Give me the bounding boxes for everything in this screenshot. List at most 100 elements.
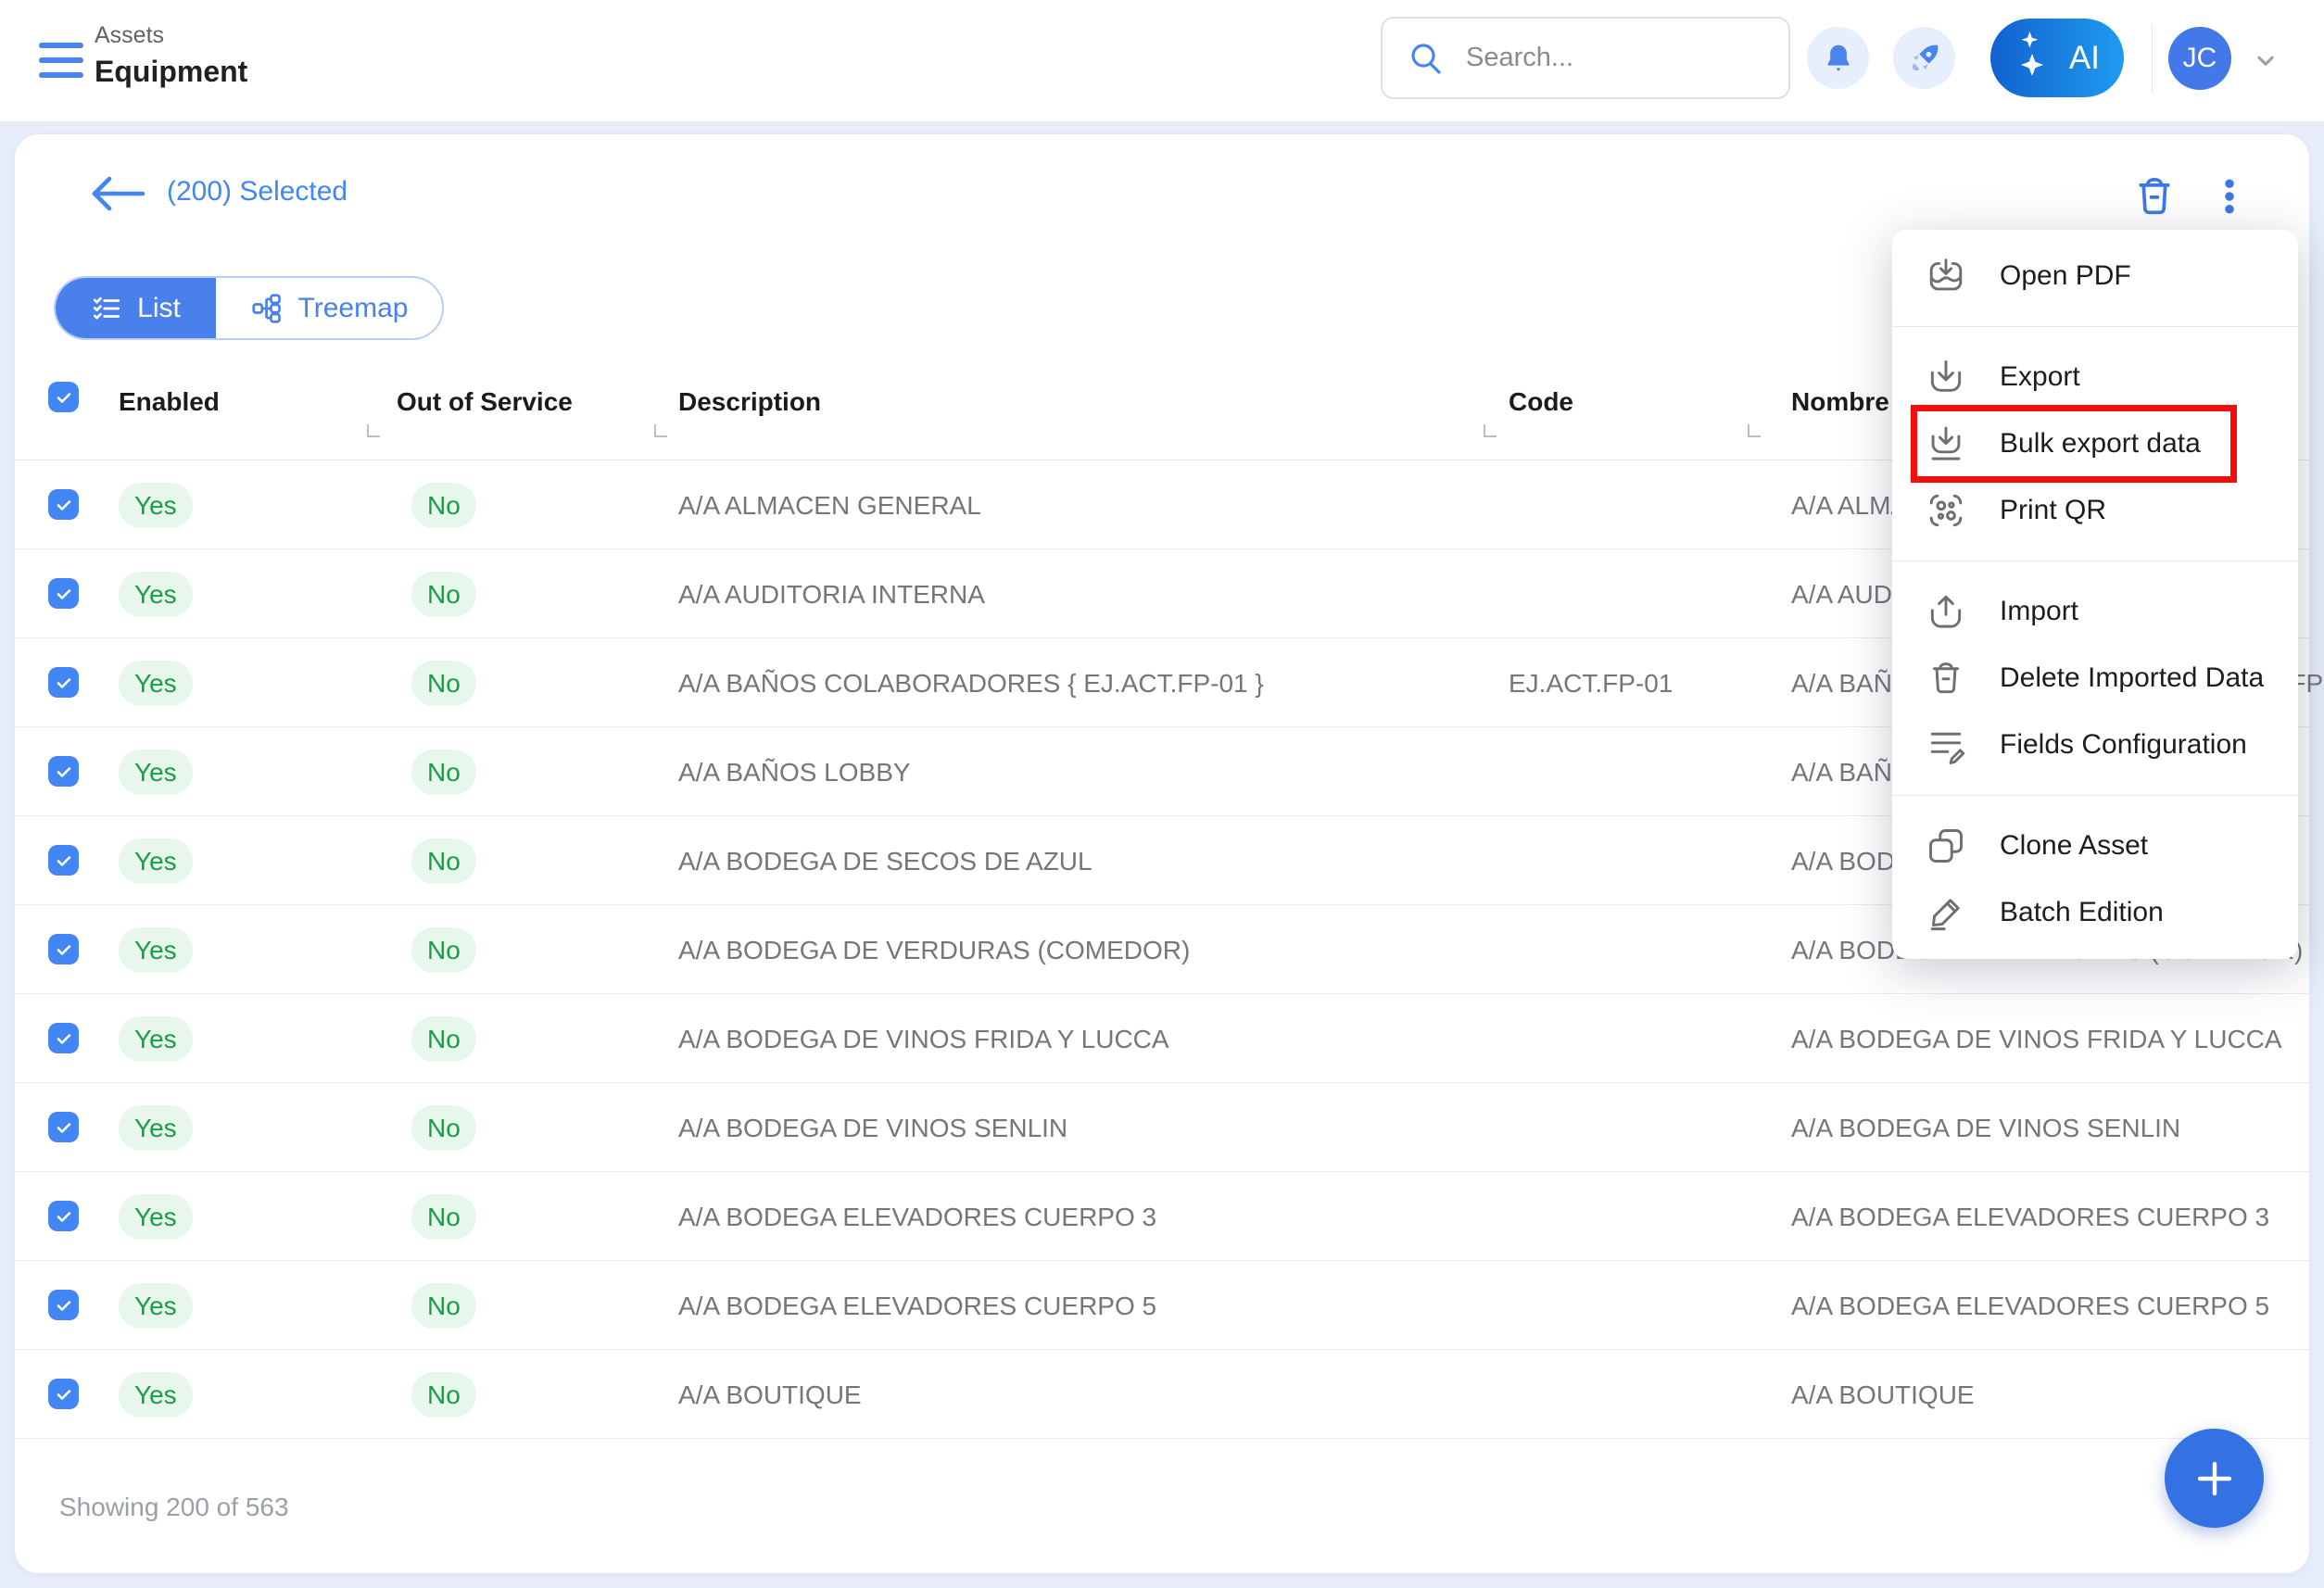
out-of-service-badge: No [411, 1016, 476, 1062]
back-button[interactable] [87, 166, 148, 221]
nombre-cell: A/A BODEGA DE VINOS SENLIN [1791, 1114, 2180, 1143]
enabled-badge: Yes [119, 838, 193, 884]
nombre-cell: A/A BOUTIQUE [1791, 1380, 1975, 1410]
user-avatar[interactable]: JC [2168, 27, 2231, 90]
menu-item-label: Clone Asset [2000, 830, 2148, 862]
row-checkbox[interactable] [48, 1379, 79, 1409]
description-cell: A/A BODEGA DE VINOS FRIDA Y LUCCA [678, 1025, 1169, 1054]
table-footer: Showing 200 of 563 [15, 1448, 2309, 1573]
column-header-code[interactable]: Code [1509, 387, 1573, 417]
row-checkbox[interactable] [48, 578, 79, 609]
row-checkbox[interactable] [48, 1201, 79, 1231]
out-of-service-badge: No [411, 572, 476, 617]
description-cell: A/A BAÑOS COLABORADORES { EJ.ACT.FP-01 } [678, 669, 1264, 699]
column-resize-handle[interactable] [1484, 424, 1497, 437]
menu-item-import[interactable]: Import [1892, 578, 2298, 645]
column-resize-handle[interactable] [654, 424, 667, 437]
more-options-button[interactable] [2200, 167, 2259, 226]
menu-item-open-pdf[interactable]: Open PDF [1892, 243, 2298, 309]
menu-item-print-qr[interactable]: Print QR [1892, 477, 2298, 544]
sparkles-icon [2016, 32, 2053, 85]
column-header-description[interactable]: Description [678, 387, 821, 417]
rocket-button[interactable] [1893, 27, 1955, 89]
out-of-service-badge: No [411, 483, 476, 528]
edit-icon [1926, 892, 1966, 933]
enabled-badge: Yes [119, 572, 193, 617]
showing-count: Showing 200 of 563 [59, 1493, 289, 1522]
menu-item-label: Fields Configuration [2000, 729, 2247, 761]
add-asset-fab[interactable] [2165, 1429, 2264, 1528]
menu-item-label: Import [2000, 596, 2078, 627]
open-pdf-icon [1926, 256, 1966, 296]
out-of-service-badge: No [411, 1283, 476, 1329]
enabled-badge: Yes [119, 1016, 193, 1062]
import-icon [1926, 591, 1966, 632]
bulk-export-icon [1926, 423, 1966, 464]
table-row[interactable]: Yes No A/A BODEGA DE VINOS FRIDA Y LUCCA… [15, 994, 2309, 1083]
enabled-badge: Yes [119, 1105, 193, 1151]
row-checkbox[interactable] [48, 1112, 79, 1142]
nombre-cell: A/A BODEGA ELEVADORES CUERPO 3 [1791, 1203, 2269, 1232]
description-cell: A/A BOUTIQUE [678, 1380, 862, 1410]
out-of-service-badge: No [411, 838, 476, 884]
row-checkbox[interactable] [48, 489, 79, 520]
tab-treemap[interactable]: Treemap [216, 278, 442, 338]
enabled-badge: Yes [119, 661, 193, 706]
chevron-down-icon[interactable] [2250, 44, 2281, 76]
menu-item-label: Print QR [2000, 495, 2106, 526]
ai-assistant-button[interactable]: AI [1990, 19, 2124, 97]
nombre-cell: A/A BODEGA DE VINOS FRIDA Y LUCCA [1791, 1025, 2282, 1054]
table-row[interactable]: Yes No A/A BOUTIQUE A/A BOUTIQUE [15, 1350, 2309, 1439]
rocket-icon [1906, 40, 1943, 77]
notifications-button[interactable] [1807, 27, 1869, 89]
row-checkbox[interactable] [48, 667, 79, 698]
column-header-enabled[interactable]: Enabled [119, 387, 220, 417]
row-checkbox[interactable] [48, 1290, 79, 1320]
row-checkbox[interactable] [48, 1023, 79, 1053]
out-of-service-badge: No [411, 1372, 476, 1418]
description-cell: A/A BODEGA DE VERDURAS (COMEDOR) [678, 936, 1190, 965]
row-checkbox[interactable] [48, 934, 79, 964]
row-checkbox[interactable] [48, 756, 79, 787]
enabled-badge: Yes [119, 483, 193, 528]
column-resize-handle[interactable] [1748, 424, 1761, 437]
menu-item-fields-configuration[interactable]: Fields Configuration [1892, 712, 2298, 778]
clone-icon [1926, 826, 1966, 866]
out-of-service-badge: No [411, 661, 476, 706]
enabled-badge: Yes [119, 1372, 193, 1418]
menu-item-label: Export [2000, 361, 2080, 393]
menu-item-label: Delete Imported Data [2000, 662, 2264, 694]
menu-item-clone-asset[interactable]: Clone Asset [1892, 813, 2298, 879]
breadcrumb: Assets [95, 22, 247, 49]
description-cell: A/A BAÑOS LOBBY [678, 758, 911, 788]
enabled-badge: Yes [119, 927, 193, 973]
out-of-service-badge: No [411, 1105, 476, 1151]
delete-selected-button[interactable] [2125, 167, 2184, 226]
nombre-cell: A/A BODEGA ELEVADORES CUERPO 5 [1791, 1292, 2269, 1321]
table-row[interactable]: Yes No A/A BODEGA ELEVADORES CUERPO 3 A/… [15, 1172, 2309, 1261]
description-cell: A/A BODEGA DE SECOS DE AZUL [678, 847, 1093, 876]
column-resize-handle[interactable] [367, 424, 380, 437]
out-of-service-badge: No [411, 750, 476, 795]
tab-list[interactable]: List [56, 278, 216, 338]
table-row[interactable]: Yes No A/A BODEGA ELEVADORES CUERPO 5 A/… [15, 1261, 2309, 1350]
search-box[interactable] [1381, 17, 1790, 99]
actions-dropdown-menu: Open PDF Export Bulk export data Print Q… [1892, 230, 2298, 959]
menu-hamburger-icon[interactable] [39, 41, 85, 80]
column-header-nombre[interactable]: Nombre [1791, 387, 1889, 417]
select-all-checkbox[interactable] [48, 382, 79, 412]
table-row[interactable]: Yes No A/A BODEGA DE VINOS SENLIN A/A BO… [15, 1083, 2309, 1172]
row-checkbox[interactable] [48, 845, 79, 876]
menu-item-delete-imported-data[interactable]: Delete Imported Data [1892, 645, 2298, 712]
column-header-out-of-service[interactable]: Out of Service [397, 387, 573, 417]
menu-item-export[interactable]: Export [1892, 344, 2298, 410]
title-block: Assets Equipment [95, 22, 247, 89]
menu-item-batch-edition[interactable]: Batch Edition [1892, 879, 2298, 946]
search-icon [1407, 39, 1446, 78]
selected-count-label[interactable]: (200) Selected [167, 176, 347, 208]
description-cell: A/A BODEGA ELEVADORES CUERPO 5 [678, 1292, 1156, 1321]
description-cell: A/A BODEGA DE VINOS SENLIN [678, 1114, 1067, 1143]
menu-item-bulk-export-data[interactable]: Bulk export data [1892, 410, 2298, 477]
search-input[interactable] [1466, 43, 1744, 73]
out-of-service-badge: No [411, 927, 476, 973]
